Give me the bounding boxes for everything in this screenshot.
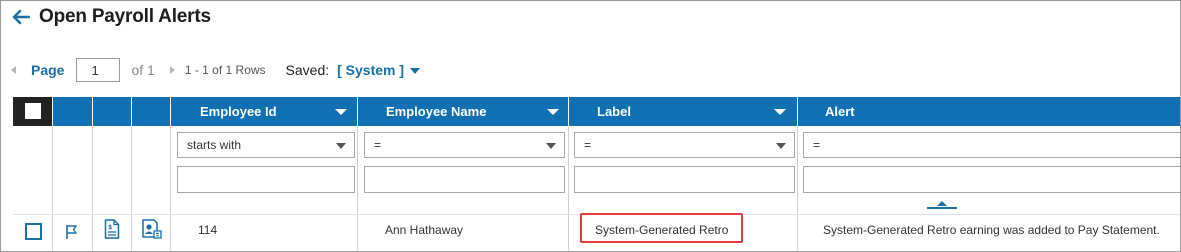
column-label-employee-name: Employee Name [386, 104, 487, 119]
column-header-employee-name[interactable]: Employee Name [358, 97, 568, 126]
alert-filter-input[interactable] [803, 166, 1180, 193]
header-icon-col-3 [132, 97, 170, 126]
page-title: Open Payroll Alerts [39, 6, 211, 27]
alerts-table: Employee Id Employee Name Label Alert st… [13, 97, 1180, 251]
column-menu-icon[interactable] [547, 109, 559, 115]
grid-divider [52, 126, 53, 251]
operator-value: = [584, 138, 592, 152]
operator-value: = [374, 138, 382, 152]
saved-view-dropdown[interactable]: [ System ] [337, 62, 421, 78]
chevron-down-icon [410, 68, 421, 75]
grid-divider [797, 126, 798, 251]
next-page-icon[interactable] [169, 66, 175, 74]
row-checkbox[interactable] [25, 223, 42, 240]
grid-divider [131, 126, 132, 251]
alert-operator-select[interactable]: = [803, 132, 1180, 158]
column-label-employee-id: Employee Id [200, 104, 277, 119]
label-operator-select[interactable]: = [574, 132, 795, 158]
chevron-down-icon [776, 143, 786, 149]
column-header-alert[interactable]: Alert [798, 97, 1180, 126]
employee-card-icon[interactable] [142, 219, 162, 244]
column-label-alert: Alert [825, 104, 855, 119]
page-label: Page [31, 62, 65, 78]
arrow-left-icon[interactable] [11, 7, 31, 27]
operator-value: = [813, 138, 821, 152]
svg-text:$: $ [108, 224, 112, 231]
header-icon-col-1 [53, 97, 92, 126]
previous-page-icon[interactable] [11, 66, 16, 74]
saved-view-value: [ System ] [337, 62, 405, 78]
select-all-checkbox[interactable] [25, 103, 41, 119]
pager-bar: Page of 1 1 - 1 of 1 Rows Saved: [ Syste… [11, 58, 421, 82]
header-icon-col-2 [93, 97, 131, 126]
column-label-label: Label [597, 104, 631, 119]
saved-label: Saved: [285, 62, 330, 78]
column-header-employee-id[interactable]: Employee Id [171, 97, 357, 126]
sort-up-icon[interactable] [927, 201, 957, 209]
highlight-annotation [580, 213, 743, 243]
column-header-label[interactable]: Label [569, 97, 797, 126]
row-count: 1 - 1 of 1 Rows [184, 63, 266, 77]
grid-divider [357, 126, 358, 251]
column-menu-icon[interactable] [774, 109, 786, 115]
employee-id-filter-input[interactable] [177, 166, 355, 193]
employee-name-filter-input[interactable] [364, 166, 565, 193]
employee-id-operator-select[interactable]: starts with [177, 132, 355, 158]
cell-employee-id: 114 [198, 223, 218, 237]
flag-icon[interactable] [65, 224, 79, 245]
chevron-down-icon [546, 143, 556, 149]
employee-name-operator-select[interactable]: = [364, 132, 565, 158]
page-number-input[interactable] [76, 58, 121, 82]
label-filter-input[interactable] [574, 166, 795, 193]
grid-divider [170, 126, 171, 251]
column-menu-icon[interactable] [335, 109, 347, 115]
grid-divider [568, 126, 569, 251]
app-frame: Open Payroll Alerts Page of 1 1 - 1 of 1… [0, 0, 1181, 252]
grid-divider [92, 126, 93, 251]
page-count: of 1 [131, 62, 155, 78]
cell-alert: System-Generated Retro earning was added… [823, 223, 1160, 237]
pay-statement-icon[interactable]: $ [104, 219, 120, 244]
cell-employee-name: Ann Hathaway [385, 223, 464, 237]
title-bar: Open Payroll Alerts [11, 5, 211, 29]
operator-value: starts with [187, 138, 242, 152]
chevron-down-icon [336, 143, 346, 149]
header-select-all-cell [13, 97, 52, 126]
